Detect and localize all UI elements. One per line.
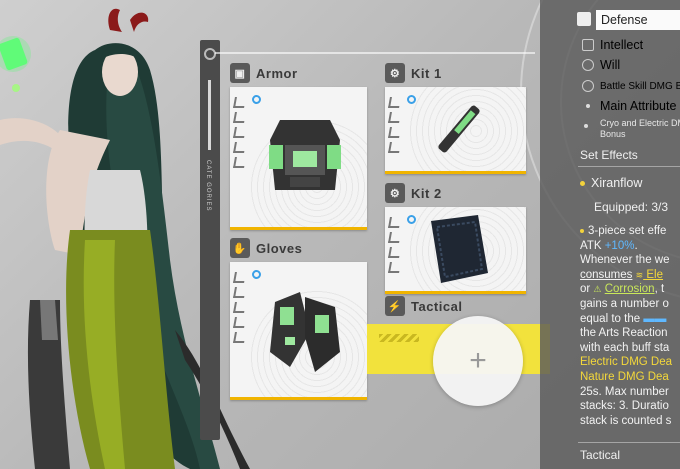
attr-defense: Defense <box>601 13 648 27</box>
armor-icon: ▣ <box>230 63 250 83</box>
rail-text: CATE GORIES <box>205 160 211 212</box>
armor-item-icon <box>269 120 341 190</box>
gloves-item-icon <box>270 292 340 372</box>
category-rail[interactable]: CATE GORIES <box>200 40 220 440</box>
add-tactical-button[interactable]: + <box>433 316 523 406</box>
set-name: Xiranflow <box>580 176 642 190</box>
kit2-item-icon <box>431 215 488 283</box>
kit1-icon: ⚙ <box>385 63 405 83</box>
gloves-icon: ✋ <box>230 238 250 258</box>
will-icon <box>582 59 594 71</box>
rarity-icons <box>233 272 246 343</box>
attr-intellect[interactable]: Intellect <box>582 38 643 52</box>
rarity-icons <box>388 97 401 153</box>
tactical-section-title: Tactical <box>580 448 621 462</box>
plus-icon: + <box>469 344 487 377</box>
kit2-card[interactable] <box>385 207 526 294</box>
gloves-card[interactable] <box>230 262 367 400</box>
defense-icon <box>577 12 591 26</box>
divider <box>578 166 680 167</box>
gloves-slot-label: ✋ Gloves <box>230 238 302 258</box>
kit1-card[interactable] <box>385 87 526 174</box>
intellect-icon <box>582 39 594 51</box>
rarity-icons <box>388 217 401 273</box>
set-effect-description: 3-piece set effe ATK +10%. Whenever the … <box>580 225 673 427</box>
divider <box>578 442 680 443</box>
tactical-slot-label: ⚡ Tactical <box>385 296 462 316</box>
gem-icon <box>407 215 416 224</box>
armor-slot-label: ▣ Armor <box>230 63 298 83</box>
armor-card[interactable] <box>230 87 367 230</box>
kit2-slot-label: ⚙ Kit 2 <box>385 183 442 203</box>
attr-battle-skill[interactable]: Battle Skill DMG B <box>582 80 680 92</box>
rarity-icons <box>233 97 246 168</box>
attr-will[interactable]: Will <box>582 58 620 72</box>
bonus-text: Cryo and Electric DMG Bonus <box>600 118 680 139</box>
gem-icon <box>407 95 416 104</box>
attr-main[interactable]: Main Attribute <box>582 99 676 113</box>
top-divider <box>215 52 535 54</box>
gem-icon <box>252 95 261 104</box>
kit2-icon: ⚙ <box>385 183 405 203</box>
equipped-count: Equipped: 3/3 <box>594 200 669 214</box>
kit1-item-icon <box>438 105 480 153</box>
rail-knob[interactable] <box>204 48 216 60</box>
stripe-deco <box>379 334 419 342</box>
tactical-icon: ⚡ <box>385 296 405 316</box>
bullet-icon <box>584 124 588 128</box>
rail-track <box>208 80 211 150</box>
kit1-slot-label: ⚙ Kit 1 <box>385 63 442 83</box>
set-effects-title: Set Effects <box>580 148 638 162</box>
bullet-icon <box>586 104 590 108</box>
battle-skill-icon <box>582 80 594 92</box>
